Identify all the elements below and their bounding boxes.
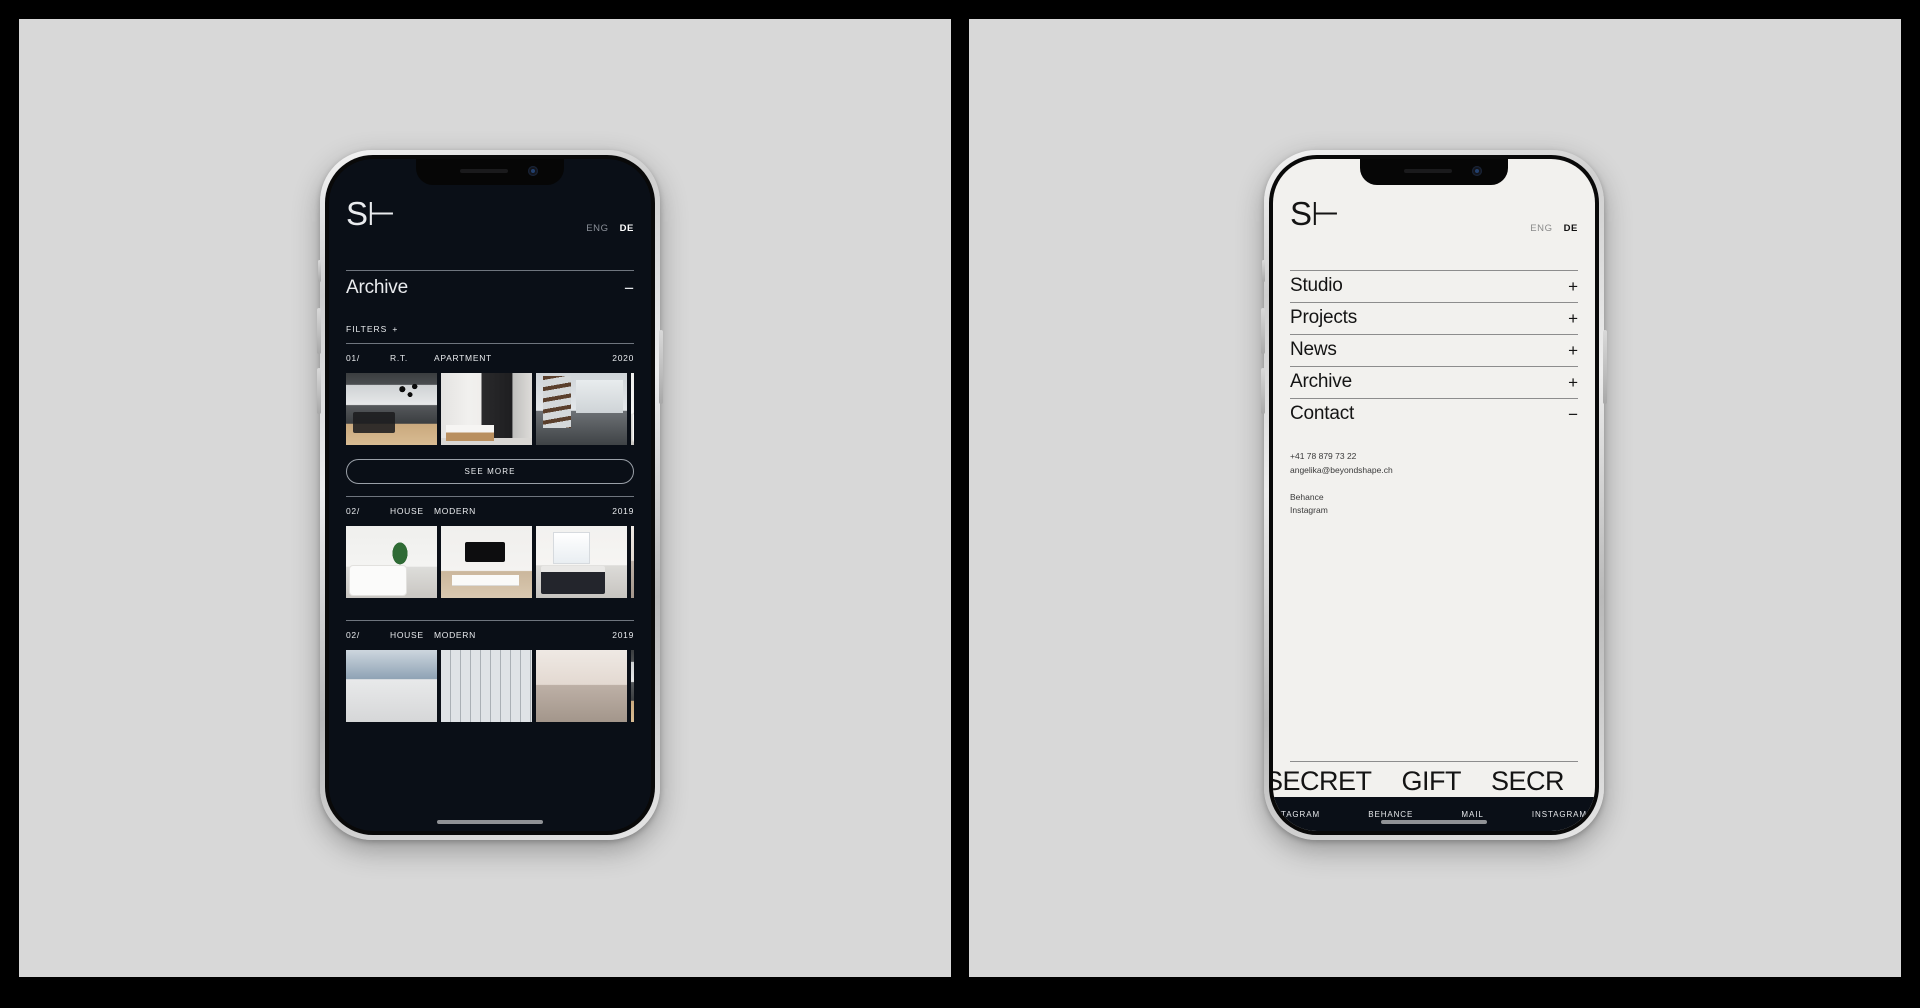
project-thumbnail[interactable] [441, 373, 532, 445]
language-option-de[interactable]: DE [1564, 223, 1578, 234]
silent-switch[interactable] [1262, 260, 1265, 282]
menu-item-studio[interactable]: Studio + [1290, 271, 1578, 302]
volume-up-button[interactable] [1261, 308, 1265, 354]
project-thumbnail[interactable] [631, 650, 634, 722]
volume-down-button[interactable] [1261, 368, 1265, 414]
project-number: 01/ [346, 353, 360, 363]
project-tag-a: HOUSE [390, 630, 424, 640]
footer-link-instagram-partial[interactable]: TAGRAM [1281, 810, 1320, 819]
collapse-minus-icon[interactable]: − [616, 280, 634, 297]
screen-menu: S⊢ ENG DE Studio + Projects + News + Arc… [1273, 159, 1595, 831]
language-switcher[interactable]: ENG DE [586, 223, 634, 234]
home-indicator[interactable] [437, 820, 543, 824]
contact-email[interactable]: angelika@beyondshape.ch [1290, 464, 1578, 478]
front-camera-icon [528, 166, 538, 176]
plus-icon[interactable]: + [1568, 278, 1578, 295]
project-thumbnail[interactable] [346, 650, 437, 722]
brand-logo[interactable]: S⊢ [346, 197, 396, 230]
plus-icon[interactable]: + [1568, 374, 1578, 391]
divider [1290, 761, 1578, 762]
project-row[interactable]: 02/ HOUSE MODERN 2019 [346, 497, 634, 526]
menu-label: Archive [1290, 371, 1352, 392]
menu-label: News [1290, 339, 1337, 360]
project-gallery[interactable] [346, 650, 634, 722]
project-row[interactable]: 01/ R.T. APARTMENT 2020 [346, 344, 634, 373]
project-thumbnail[interactable] [346, 373, 437, 445]
menu-item-projects[interactable]: Projects + [1290, 303, 1578, 334]
project-row[interactable]: 02/ HOUSE MODERN 2019 [346, 621, 634, 650]
volume-down-button[interactable] [317, 368, 321, 414]
plus-icon[interactable]: + [1568, 342, 1578, 359]
project-thumbnail[interactable] [536, 526, 627, 598]
section-header-archive[interactable]: Archive − [346, 271, 634, 308]
section-title: Archive [346, 277, 408, 298]
menu-label: Projects [1290, 307, 1358, 328]
marquee-word: SECR [1491, 766, 1565, 796]
marquee-section: SECRET GIFT SECR [1273, 761, 1595, 797]
project-tag-b: MODERN [434, 506, 476, 516]
phone-mockup-light: S⊢ ENG DE Studio + Projects + News + Arc… [1261, 150, 1607, 840]
project-thumbnail[interactable] [631, 373, 634, 445]
project-gallery[interactable] [346, 526, 634, 598]
project-number: 02/ [346, 630, 360, 640]
earpiece-speaker [1404, 169, 1452, 173]
project-year: 2020 [612, 353, 634, 363]
footer-social-bar: TAGRAM BEHANCE MAIL INSTAGRAM [1273, 797, 1595, 831]
project-year: 2019 [612, 630, 634, 640]
contact-details: +41 78 879 73 22 angelika@beyondshape.ch… [1290, 430, 1578, 518]
project-year: 2019 [612, 506, 634, 516]
notch [1360, 159, 1508, 185]
language-option-de[interactable]: DE [620, 223, 634, 234]
language-option-eng[interactable]: ENG [586, 223, 608, 234]
project-thumbnail[interactable] [346, 526, 437, 598]
phone-bezel: S⊢ ENG DE Studio + Projects + News + Arc… [1269, 155, 1599, 835]
menu-item-contact[interactable]: Contact − [1290, 399, 1578, 430]
phone-bezel: S⊢ ENG DE Archive − FILTERS + 01/ R.T. A… [325, 155, 655, 835]
project-tag-b: APARTMENT [434, 353, 492, 363]
silent-switch[interactable] [318, 260, 321, 282]
earpiece-speaker [460, 169, 508, 173]
front-camera-icon [1472, 166, 1482, 176]
project-tag-a: HOUSE [390, 506, 424, 516]
collapse-minus-icon[interactable]: − [1568, 406, 1578, 423]
social-link-instagram[interactable]: Instagram [1290, 504, 1578, 518]
social-link-behance[interactable]: Behance [1290, 491, 1578, 505]
contact-phone[interactable]: +41 78 879 73 22 [1290, 450, 1578, 464]
power-button[interactable] [659, 330, 663, 404]
power-button[interactable] [1603, 330, 1607, 404]
see-more-button[interactable]: SEE MORE [346, 459, 634, 484]
marquee-word: SECRET [1273, 766, 1372, 796]
notch [416, 159, 564, 185]
project-number: 02/ [346, 506, 360, 516]
footer-link-behance[interactable]: BEHANCE [1368, 810, 1413, 819]
project-tag-a: R.T. [390, 353, 408, 363]
project-thumbnail[interactable] [441, 526, 532, 598]
language-switcher[interactable]: ENG DE [1530, 223, 1578, 234]
project-thumbnail[interactable] [631, 526, 634, 598]
footer-link-instagram[interactable]: INSTAGRAM [1532, 810, 1587, 819]
menu-label: Contact [1290, 403, 1355, 424]
screenshot-canvas: S⊢ ENG DE Archive − FILTERS + 01/ R.T. A… [0, 0, 1920, 1008]
marquee-text: SECRET GIFT SECR [1273, 766, 1595, 797]
menu-label: Studio [1290, 275, 1343, 296]
plus-icon[interactable]: + [1568, 310, 1578, 327]
menu-item-news[interactable]: News + [1290, 335, 1578, 366]
filters-label: FILTERS [346, 324, 388, 334]
language-option-eng[interactable]: ENG [1530, 223, 1552, 234]
filters-toggle[interactable]: FILTERS + [346, 308, 634, 343]
home-indicator[interactable] [1381, 820, 1487, 824]
footer-link-mail[interactable]: MAIL [1461, 810, 1483, 819]
volume-up-button[interactable] [317, 308, 321, 354]
brand-logo[interactable]: S⊢ [1290, 197, 1340, 230]
project-thumbnail[interactable] [536, 650, 627, 722]
project-thumbnail[interactable] [441, 650, 532, 722]
project-gallery[interactable] [346, 373, 634, 445]
menu-item-archive[interactable]: Archive + [1290, 367, 1578, 398]
marquee-word: GIFT [1401, 766, 1462, 796]
project-tag-b: MODERN [434, 630, 476, 640]
screen-archive: S⊢ ENG DE Archive − FILTERS + 01/ R.T. A… [329, 159, 651, 831]
project-thumbnail[interactable] [536, 373, 627, 445]
phone-mockup-dark: S⊢ ENG DE Archive − FILTERS + 01/ R.T. A… [317, 150, 663, 840]
plus-icon: + [392, 324, 399, 334]
